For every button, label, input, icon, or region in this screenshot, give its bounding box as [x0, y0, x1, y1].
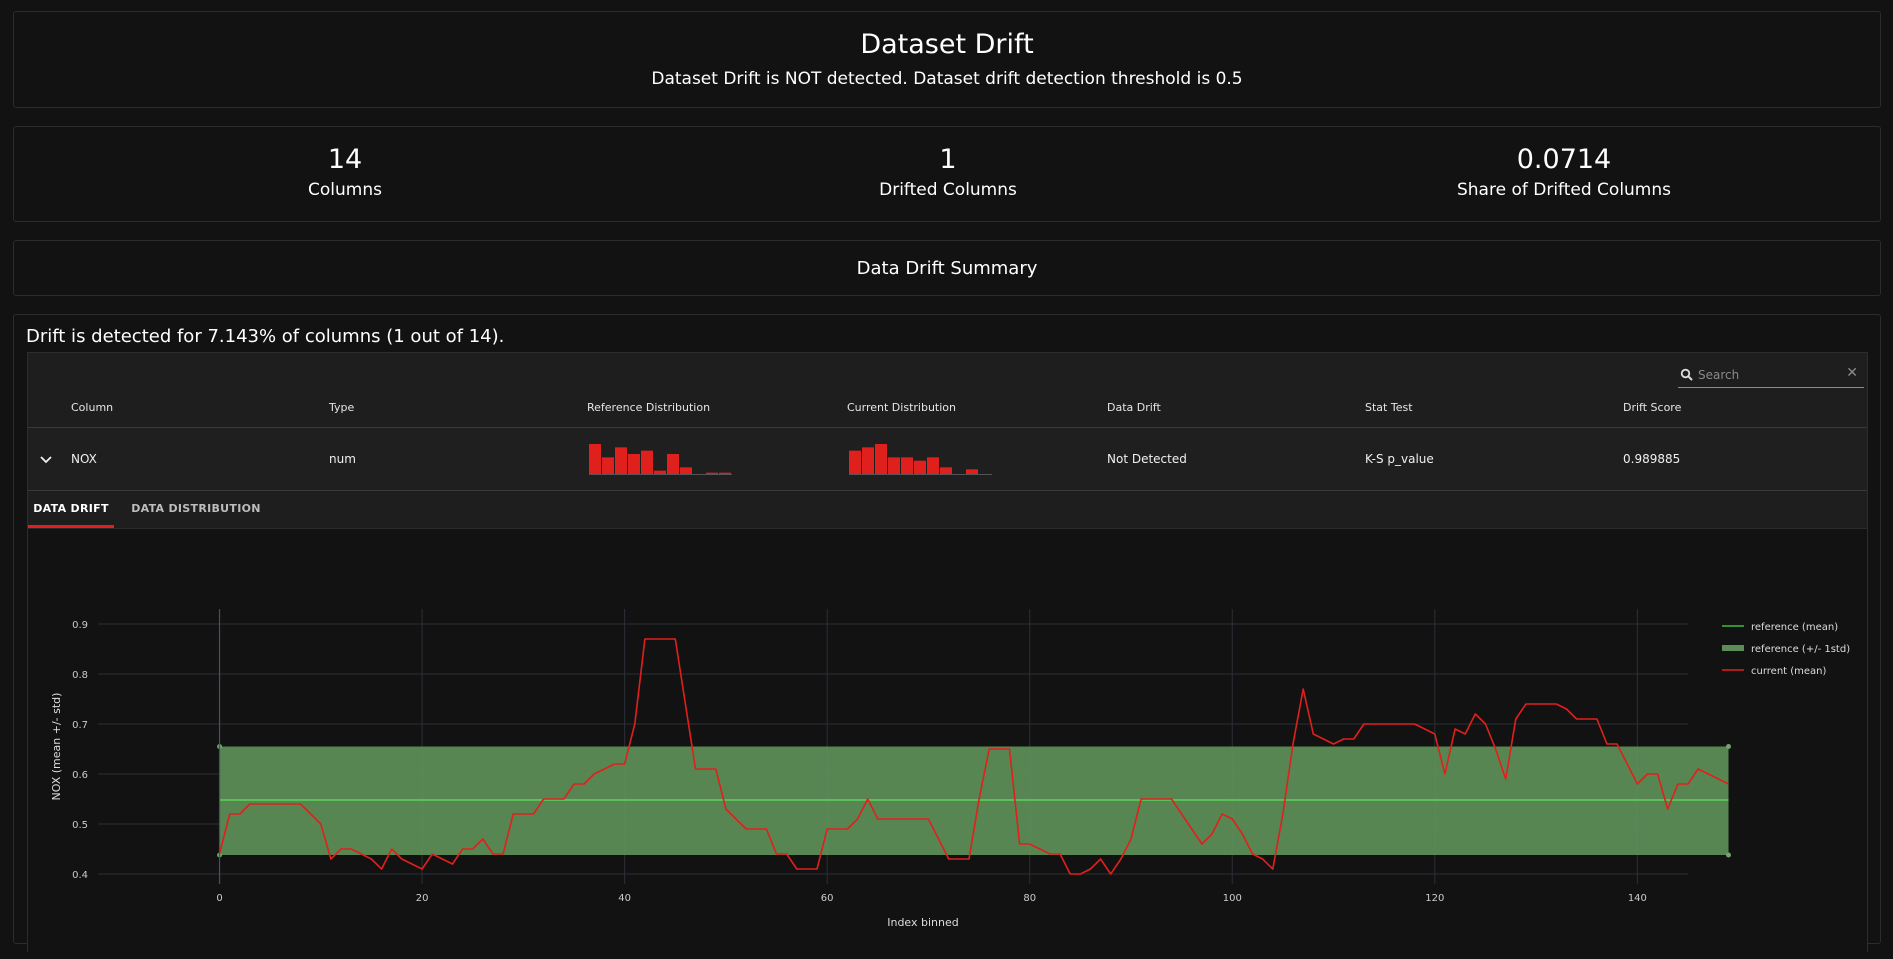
x-tick-label: 0 [216, 893, 222, 904]
search-box[interactable]: ✕ [1678, 365, 1864, 388]
current-hist-bar [849, 450, 861, 474]
current-hist-bar [966, 469, 978, 474]
drift-table-card: Drift is detected for 7.143% of columns … [13, 314, 1881, 959]
legend-label-reference-std[interactable]: reference (+/- 1std) [1751, 644, 1850, 655]
current-hist-bar [927, 457, 939, 474]
summary-title-card: Data Drift Summary [13, 240, 1881, 296]
current-hist-bar [888, 457, 900, 474]
reference-hist-bar [628, 454, 640, 474]
search-input[interactable] [1698, 366, 1838, 384]
detail-tabs: DATA DRIFT DATA DISTRIBUTION [28, 491, 1867, 529]
reference-hist-bar [654, 470, 666, 474]
cell-data-drift: Not Detected [1107, 452, 1187, 466]
x-tick-label: 120 [1425, 893, 1444, 904]
reference-band-point [1726, 852, 1732, 858]
reference-hist-bar [589, 444, 601, 474]
cell-type: num [329, 452, 356, 466]
counter-value: 0.0714 [1516, 144, 1612, 175]
header-reference-distribution[interactable]: Reference Distribution [587, 401, 710, 414]
current-hist-bar [901, 457, 913, 474]
reference-distribution-histogram [589, 444, 732, 475]
reference-hist-bar [641, 450, 653, 474]
legend-label-reference-mean[interactable]: reference (mean) [1751, 622, 1838, 633]
y-axis-label: NOX (mean +/- std) [50, 693, 63, 801]
header-type[interactable]: Type [329, 401, 354, 414]
x-tick-label: 60 [821, 893, 834, 904]
x-tick-label: 40 [618, 893, 631, 904]
cell-column: NOX [71, 452, 97, 466]
y-tick-label: 0.6 [72, 770, 88, 781]
y-tick-label: 0.4 [72, 870, 88, 881]
reference-band-layer [217, 744, 1732, 858]
counters-card: 14 Columns 1 Drifted Columns 0.0714 Shar… [13, 126, 1881, 222]
legend-swatch-reference-std [1722, 645, 1744, 651]
x-tick-label: 20 [416, 893, 429, 904]
current-hist-bar [875, 444, 887, 474]
dataset-drift-header-card: Dataset Drift Dataset Drift is NOT detec… [13, 11, 1881, 108]
data-drift-plot-area: 0 20 40 60 80 100 120 140 0.4 0.5 0.6 0.7 0.8 0.9 Ind… [28, 529, 1867, 959]
current-hist-bar [862, 447, 874, 474]
counter-value: 1 [939, 144, 957, 175]
header-data-drift[interactable]: Data Drift [1107, 401, 1161, 414]
clear-search-icon[interactable]: ✕ [1846, 365, 1858, 381]
counter-columns: 14 Columns [45, 143, 645, 201]
y-tick-label: 0.8 [72, 670, 88, 681]
counter-share-drifted: 0.0714 Share of Drifted Columns [1264, 143, 1864, 201]
header-stat-test[interactable]: Stat Test [1365, 401, 1413, 414]
data-drift-chart[interactable]: 0 20 40 60 80 100 120 140 0.4 0.5 0.6 0.7 0.8 0.9 Ind… [28, 529, 1867, 939]
tab-data-distribution[interactable]: DATA DISTRIBUTION [126, 491, 266, 528]
reference-hist-bar [680, 467, 692, 474]
cell-stat-test: K-S p_value [1365, 452, 1434, 466]
legend-label-current-mean[interactable]: current (mean) [1751, 666, 1827, 677]
cell-drift-score: 0.989885 [1623, 452, 1681, 466]
reference-hist-bar [602, 457, 614, 474]
table-header: Column Type Reference Distribution Curre… [28, 401, 1867, 419]
current-hist-bar [940, 467, 952, 474]
summary-title: Data Drift Summary [856, 258, 1038, 279]
y-tick-label: 0.5 [72, 820, 88, 831]
reference-hist-bar [719, 472, 731, 474]
reference-hist-bar [667, 454, 679, 474]
counter-label: Columns [308, 180, 382, 200]
page-title: Dataset Drift [860, 29, 1034, 60]
header-drift-score[interactable]: Drift Score [1623, 401, 1681, 414]
header-current-distribution[interactable]: Current Distribution [847, 401, 956, 414]
table-row[interactable]: NOX num Not Detected K-S p_value 0.98988… [28, 428, 1867, 491]
counter-label: Drifted Columns [879, 180, 1017, 200]
counter-label: Share of Drifted Columns [1456, 180, 1672, 200]
x-tick-label: 100 [1223, 893, 1242, 904]
current-distribution-histogram [849, 444, 992, 475]
chevron-down-icon[interactable] [38, 451, 54, 467]
search-icon [1680, 368, 1693, 381]
tab-data-drift[interactable]: DATA DRIFT [28, 491, 114, 528]
drift-detected-text: Drift is detected for 7.143% of columns … [26, 326, 505, 347]
y-tick-label: 0.9 [72, 620, 88, 631]
counter-value: 14 [327, 144, 363, 175]
reference-hist-bar [615, 447, 627, 474]
x-tick-label: 80 [1023, 893, 1036, 904]
counter-drifted-columns: 1 Drifted Columns [648, 143, 1248, 201]
x-tick-label: 140 [1628, 893, 1647, 904]
reference-hist-bar [706, 472, 718, 474]
reference-band-point [1726, 744, 1732, 749]
y-tick-label: 0.7 [72, 720, 88, 731]
drift-table: ✕ Column Type Reference Distribution Cur… [27, 352, 1868, 959]
current-hist-bar [914, 460, 926, 474]
chart-legend[interactable]: reference (mean) reference (+/- 1std) cu… [1722, 622, 1850, 677]
header-column[interactable]: Column [71, 401, 113, 414]
page-subtitle: Dataset Drift is NOT detected. Dataset d… [651, 69, 1243, 89]
x-axis-label: Index binned [887, 916, 959, 929]
